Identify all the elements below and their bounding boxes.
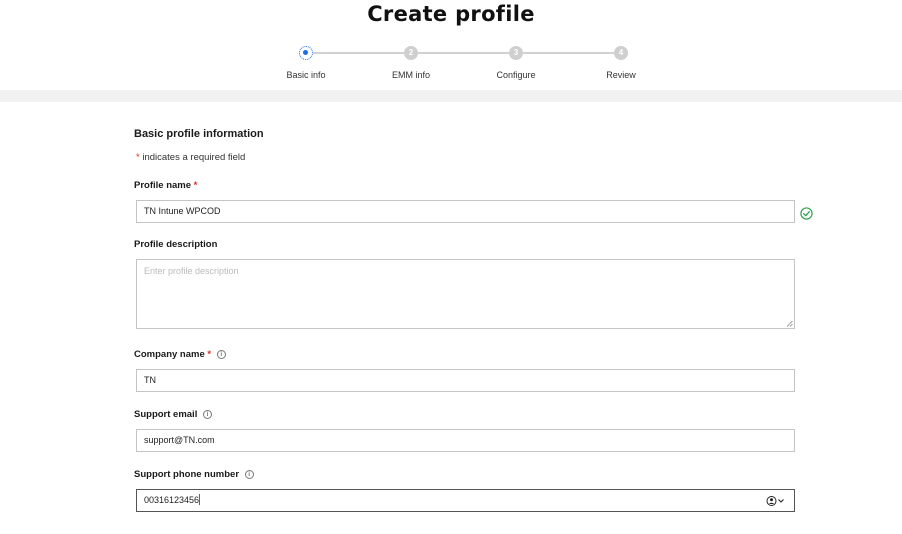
text-cursor (199, 494, 201, 505)
header-divider (0, 90, 902, 102)
profile-description-placeholder: Enter profile description (144, 266, 239, 276)
profile-description-textarea[interactable]: Enter profile description (136, 259, 795, 329)
required-marker: * (136, 152, 140, 163)
support-phone-label-text: Support phone number (134, 469, 240, 480)
step-4-label: Review (606, 70, 636, 80)
profile-name-label-text: Profile name (134, 180, 192, 191)
company-name-input[interactable]: TN (136, 369, 795, 392)
profile-description-label: Profile description (134, 239, 217, 250)
profile-name-input[interactable]: TN Intune WPCOD (136, 200, 795, 223)
step-4-indicator[interactable]: 4 (614, 46, 628, 60)
step-connector (523, 52, 614, 54)
profile-description-label-text: Profile description (134, 239, 218, 250)
profile-name-label: Profile name * (134, 180, 197, 191)
support-phone-input[interactable]: 00316123456 (136, 489, 795, 512)
required-note: * indicates a required field (136, 152, 245, 163)
country-code-dropdown[interactable] (766, 495, 786, 507)
required-note-text: indicates a required field (142, 152, 246, 163)
resize-handle-icon[interactable] (786, 320, 793, 327)
step-2-label: EMM info (391, 70, 430, 80)
step-connector (418, 52, 509, 54)
support-email-label-text: Support email (134, 409, 198, 420)
step-2-indicator[interactable]: 2 (404, 46, 418, 60)
info-icon[interactable]: i (216, 350, 226, 359)
required-marker: * (207, 349, 212, 360)
section-title: Basic profile information (134, 128, 264, 140)
required-marker: * (193, 180, 198, 191)
check-circle-icon (800, 207, 813, 220)
page-title: Create profile (367, 2, 535, 26)
basic-info-form: Basic profile information * indicates a … (0, 102, 902, 534)
step-connector (313, 52, 404, 54)
company-name-label: Company name * i (134, 349, 226, 360)
company-name-label-text: Company name (134, 349, 205, 360)
step-1-label: Basic info (286, 70, 326, 80)
info-icon[interactable]: i (244, 470, 254, 479)
support-email-input[interactable]: support@TN.com (136, 429, 795, 452)
step-3-label: Configure (496, 70, 536, 80)
progress-stepper: 2 3 4 Basic info EMM info Configure Revi… (0, 45, 902, 85)
support-email-label: Support email i (134, 409, 212, 420)
info-icon[interactable]: i (202, 410, 212, 419)
support-phone-value: 00316123456 (144, 495, 200, 505)
support-phone-label: Support phone number i (134, 469, 254, 480)
chevron-down-icon (778, 499, 784, 503)
page-header: Create profile 2 3 4 Basic info EMM info… (0, 0, 902, 90)
user-circle-icon (766, 496, 777, 506)
step-1-indicator[interactable] (299, 46, 313, 60)
step-3-indicator[interactable]: 3 (509, 46, 523, 60)
